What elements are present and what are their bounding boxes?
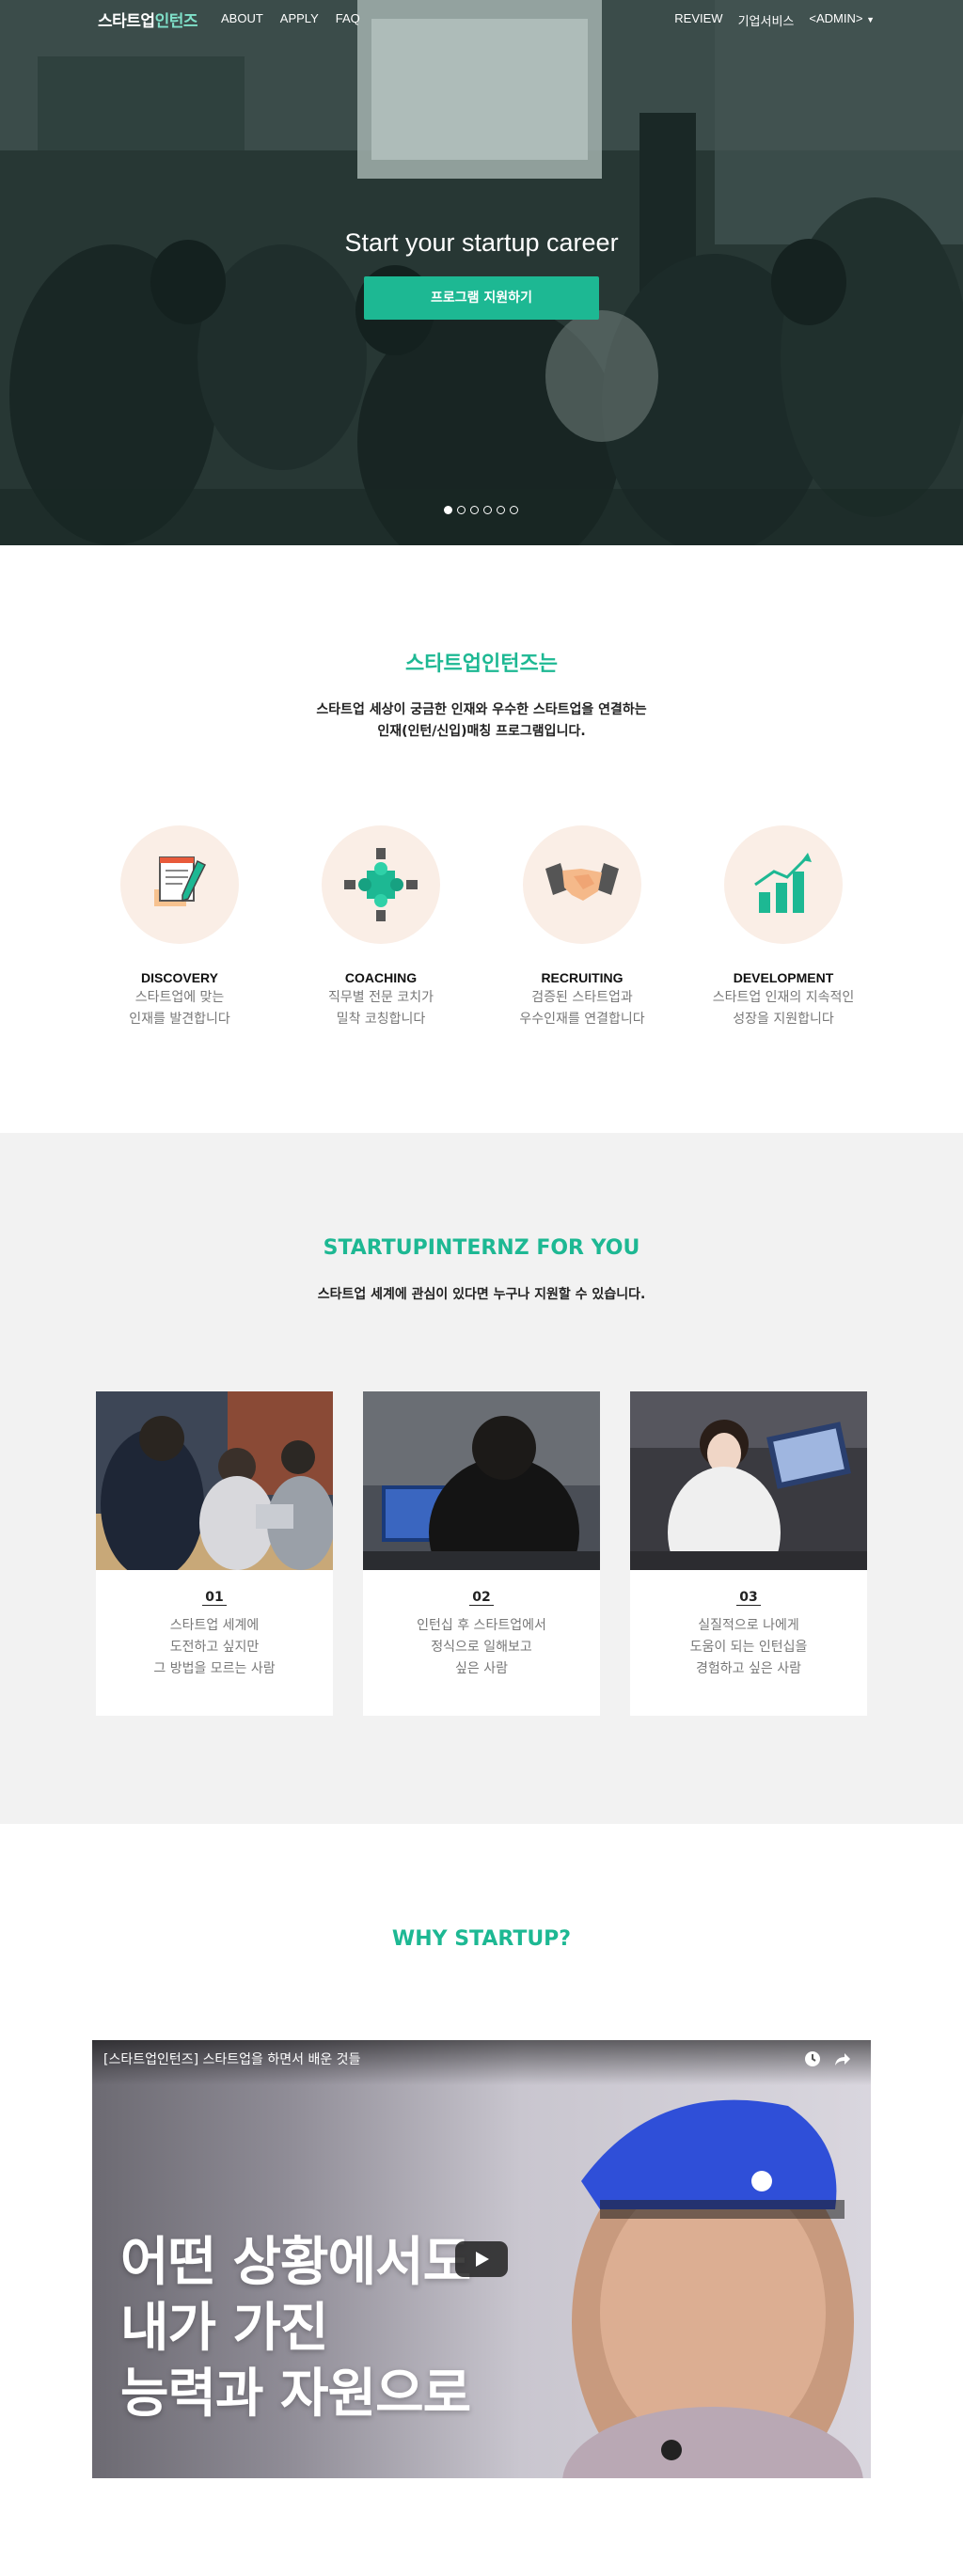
card-desc: 스타트업 세계에 도전하고 싶지만 그 방법을 모르는 사람 <box>96 1615 333 1680</box>
carousel-dot[interactable] <box>497 506 505 514</box>
carousel-dot[interactable] <box>483 506 492 514</box>
card-number: 03 <box>630 1590 867 1606</box>
feature-desc-line: 성장을 지원합니다 <box>733 1012 834 1027</box>
nav-admin-dropdown[interactable]: <ADMIN> ▼ <box>809 11 875 29</box>
card-photo <box>96 1391 335 1579</box>
feature-desc: 검증된 스타트업과 우수인재를 연결합니다 <box>493 987 671 1030</box>
nav-review[interactable]: REVIEW <box>674 11 722 29</box>
nav-business[interactable]: 기업서비스 <box>738 11 795 29</box>
carousel-dot[interactable] <box>510 506 518 514</box>
why-title: WHY STARTUP? <box>391 1927 572 1951</box>
card-desc-line: 실질적으로 나에게 <box>698 1618 799 1633</box>
carousel-dot[interactable] <box>470 506 479 514</box>
feature-name: COACHING <box>344 970 418 985</box>
puzzle-icon <box>322 825 440 944</box>
about-subtitle-line: 스타트업 세상이 궁금한 인재와 우수한 스타트업을 연결하는 <box>316 702 647 717</box>
feature-desc-line: 스타트업에 맞는 <box>134 990 225 1005</box>
document-pencil-icon <box>120 825 239 944</box>
video-caption-line: 능력과 자원으로 <box>120 2364 471 2425</box>
nav-apply[interactable]: APPLY <box>280 11 319 25</box>
feature-name: RECRUITING <box>541 970 624 985</box>
chevron-down-icon: ▼ <box>866 15 875 24</box>
carousel-indicators <box>444 506 518 514</box>
card-desc-line: 정식으로 일해보고 <box>431 1640 532 1655</box>
admin-label: <ADMIN> <box>809 11 863 25</box>
feature-coaching: COACHING 직무별 전문 코치가 밀착 코칭합니다 <box>292 825 470 1030</box>
share-icon[interactable] <box>833 2050 852 2068</box>
feature-desc-line: 스타트업 인재의 지속적인 <box>712 990 855 1005</box>
about-title: 스타트업인턴즈는 <box>405 652 558 676</box>
for-you-card-2: 02 인턴십 후 스타트업에서 정식으로 일해보고 싶은 사람 <box>363 1391 600 1716</box>
feature-desc: 직무별 전문 코치가 밀착 코칭합니다 <box>292 987 470 1030</box>
feature-desc: 스타트업에 맞는 인재를 발견합니다 <box>90 987 269 1030</box>
feature-name: DEVELOPMENT <box>733 970 834 985</box>
apply-program-button[interactable]: 프로그램 지원하기 <box>364 276 599 320</box>
for-you-subtitle: 스타트업 세계에 관심이 있다면 누구나 지원할 수 있습니다. <box>317 1287 646 1302</box>
card-desc-line: 경험하고 싶은 사람 <box>696 1661 801 1676</box>
nav-about[interactable]: ABOUT <box>221 11 263 25</box>
watch-later-icon[interactable] <box>803 2050 822 2068</box>
feature-list: DISCOVERY 스타트업에 맞는 인재를 발견합니다 COACHING 직무… <box>90 825 873 1030</box>
site-logo[interactable]: 스타트업인턴즈 <box>98 8 197 31</box>
feature-recruiting: RECRUITING 검증된 스타트업과 우수인재를 연결합니다 <box>493 825 671 1030</box>
top-navbar: 스타트업인턴즈 ABOUT APPLY FAQ REVIEW 기업서비스 <AD… <box>0 0 963 39</box>
video-title[interactable]: [스타트업인턴즈] 스타트업을 하면서 배운 것들 <box>103 2050 360 2068</box>
card-desc-line: 도전하고 싶지만 <box>169 1640 260 1655</box>
growth-chart-icon <box>724 825 843 944</box>
feature-development: DEVELOPMENT 스타트업 인재의 지속적인 성장을 지원합니다 <box>694 825 873 1030</box>
for-you-card-1: 01 스타트업 세계에 도전하고 싶지만 그 방법을 모르는 사람 <box>96 1391 335 1716</box>
video-caption-line: 어떤 상황에서도 <box>120 2232 471 2293</box>
card-desc-line: 인턴십 후 스타트업에서 <box>417 1618 546 1633</box>
for-you-cards: 01 스타트업 세계에 도전하고 싶지만 그 방법을 모르는 사람 02 인턴십… <box>96 1391 867 1716</box>
youtube-video-embed[interactable]: [스타트업인턴즈] 스타트업을 하면서 배운 것들 어떤 상황에서도 내가 가진… <box>92 2040 871 2478</box>
hero-tint-overlay <box>0 0 963 545</box>
card-number: 01 <box>96 1590 333 1606</box>
feature-desc-line: 인재를 발견합니다 <box>129 1012 230 1027</box>
video-caption-line: 내가 가진 <box>120 2298 329 2359</box>
carousel-dot[interactable] <box>444 506 452 514</box>
card-desc: 실질적으로 나에게 도움이 되는 인턴십을 경험하고 싶은 사람 <box>630 1615 867 1680</box>
video-caption: 어떤 상황에서도 내가 가진 능력과 자원으로 <box>120 2230 471 2427</box>
about-subtitle: 스타트업 세상이 궁금한 인재와 우수한 스타트업을 연결하는 인재(인턴/신입… <box>0 699 963 743</box>
card-number: 02 <box>363 1590 600 1606</box>
nav-left: ABOUT APPLY FAQ <box>221 11 360 25</box>
play-button[interactable] <box>455 2241 508 2277</box>
card-desc-line: 스타트업 세계에 <box>169 1618 260 1633</box>
card-desc-line: 그 방법을 모르는 사람 <box>153 1661 276 1676</box>
card-desc: 인턴십 후 스타트업에서 정식으로 일해보고 싶은 사람 <box>363 1615 600 1680</box>
about-subtitle-line: 인재(인턴/신입)매칭 프로그램입니다. <box>377 724 586 739</box>
handshake-icon <box>523 825 641 944</box>
nav-right: REVIEW 기업서비스 <ADMIN> ▼ <box>674 11 875 29</box>
hero-carousel: 스타트업인턴즈 ABOUT APPLY FAQ REVIEW 기업서비스 <AD… <box>0 0 963 545</box>
feature-desc: 스타트업 인재의 지속적인 성장을 지원합니다 <box>694 987 873 1030</box>
feature-desc-line: 밀착 코칭합니다 <box>336 1012 426 1027</box>
for-you-card-3: 03 실질적으로 나에게 도움이 되는 인턴십을 경험하고 싶은 사람 <box>630 1391 867 1716</box>
feature-discovery: DISCOVERY 스타트업에 맞는 인재를 발견합니다 <box>90 825 269 1030</box>
play-icon <box>476 2252 489 2267</box>
card-photo <box>363 1391 600 1608</box>
card-desc-line: 싶은 사람 <box>455 1661 508 1676</box>
feature-name: DISCOVERY <box>141 970 218 985</box>
carousel-dot[interactable] <box>457 506 466 514</box>
nav-faq[interactable]: FAQ <box>336 11 360 25</box>
feature-desc-line: 검증된 스타트업과 <box>531 990 633 1005</box>
card-desc-line: 도움이 되는 인턴십을 <box>689 1640 808 1655</box>
feature-desc-line: 우수인재를 연결합니다 <box>519 1012 645 1027</box>
for-you-title: STARTUPINTERNZ FOR YOU <box>323 1236 640 1260</box>
feature-desc-line: 직무별 전문 코치가 <box>328 990 434 1005</box>
card-photo <box>630 1391 867 1598</box>
hero-title: Start your startup career <box>344 228 619 257</box>
